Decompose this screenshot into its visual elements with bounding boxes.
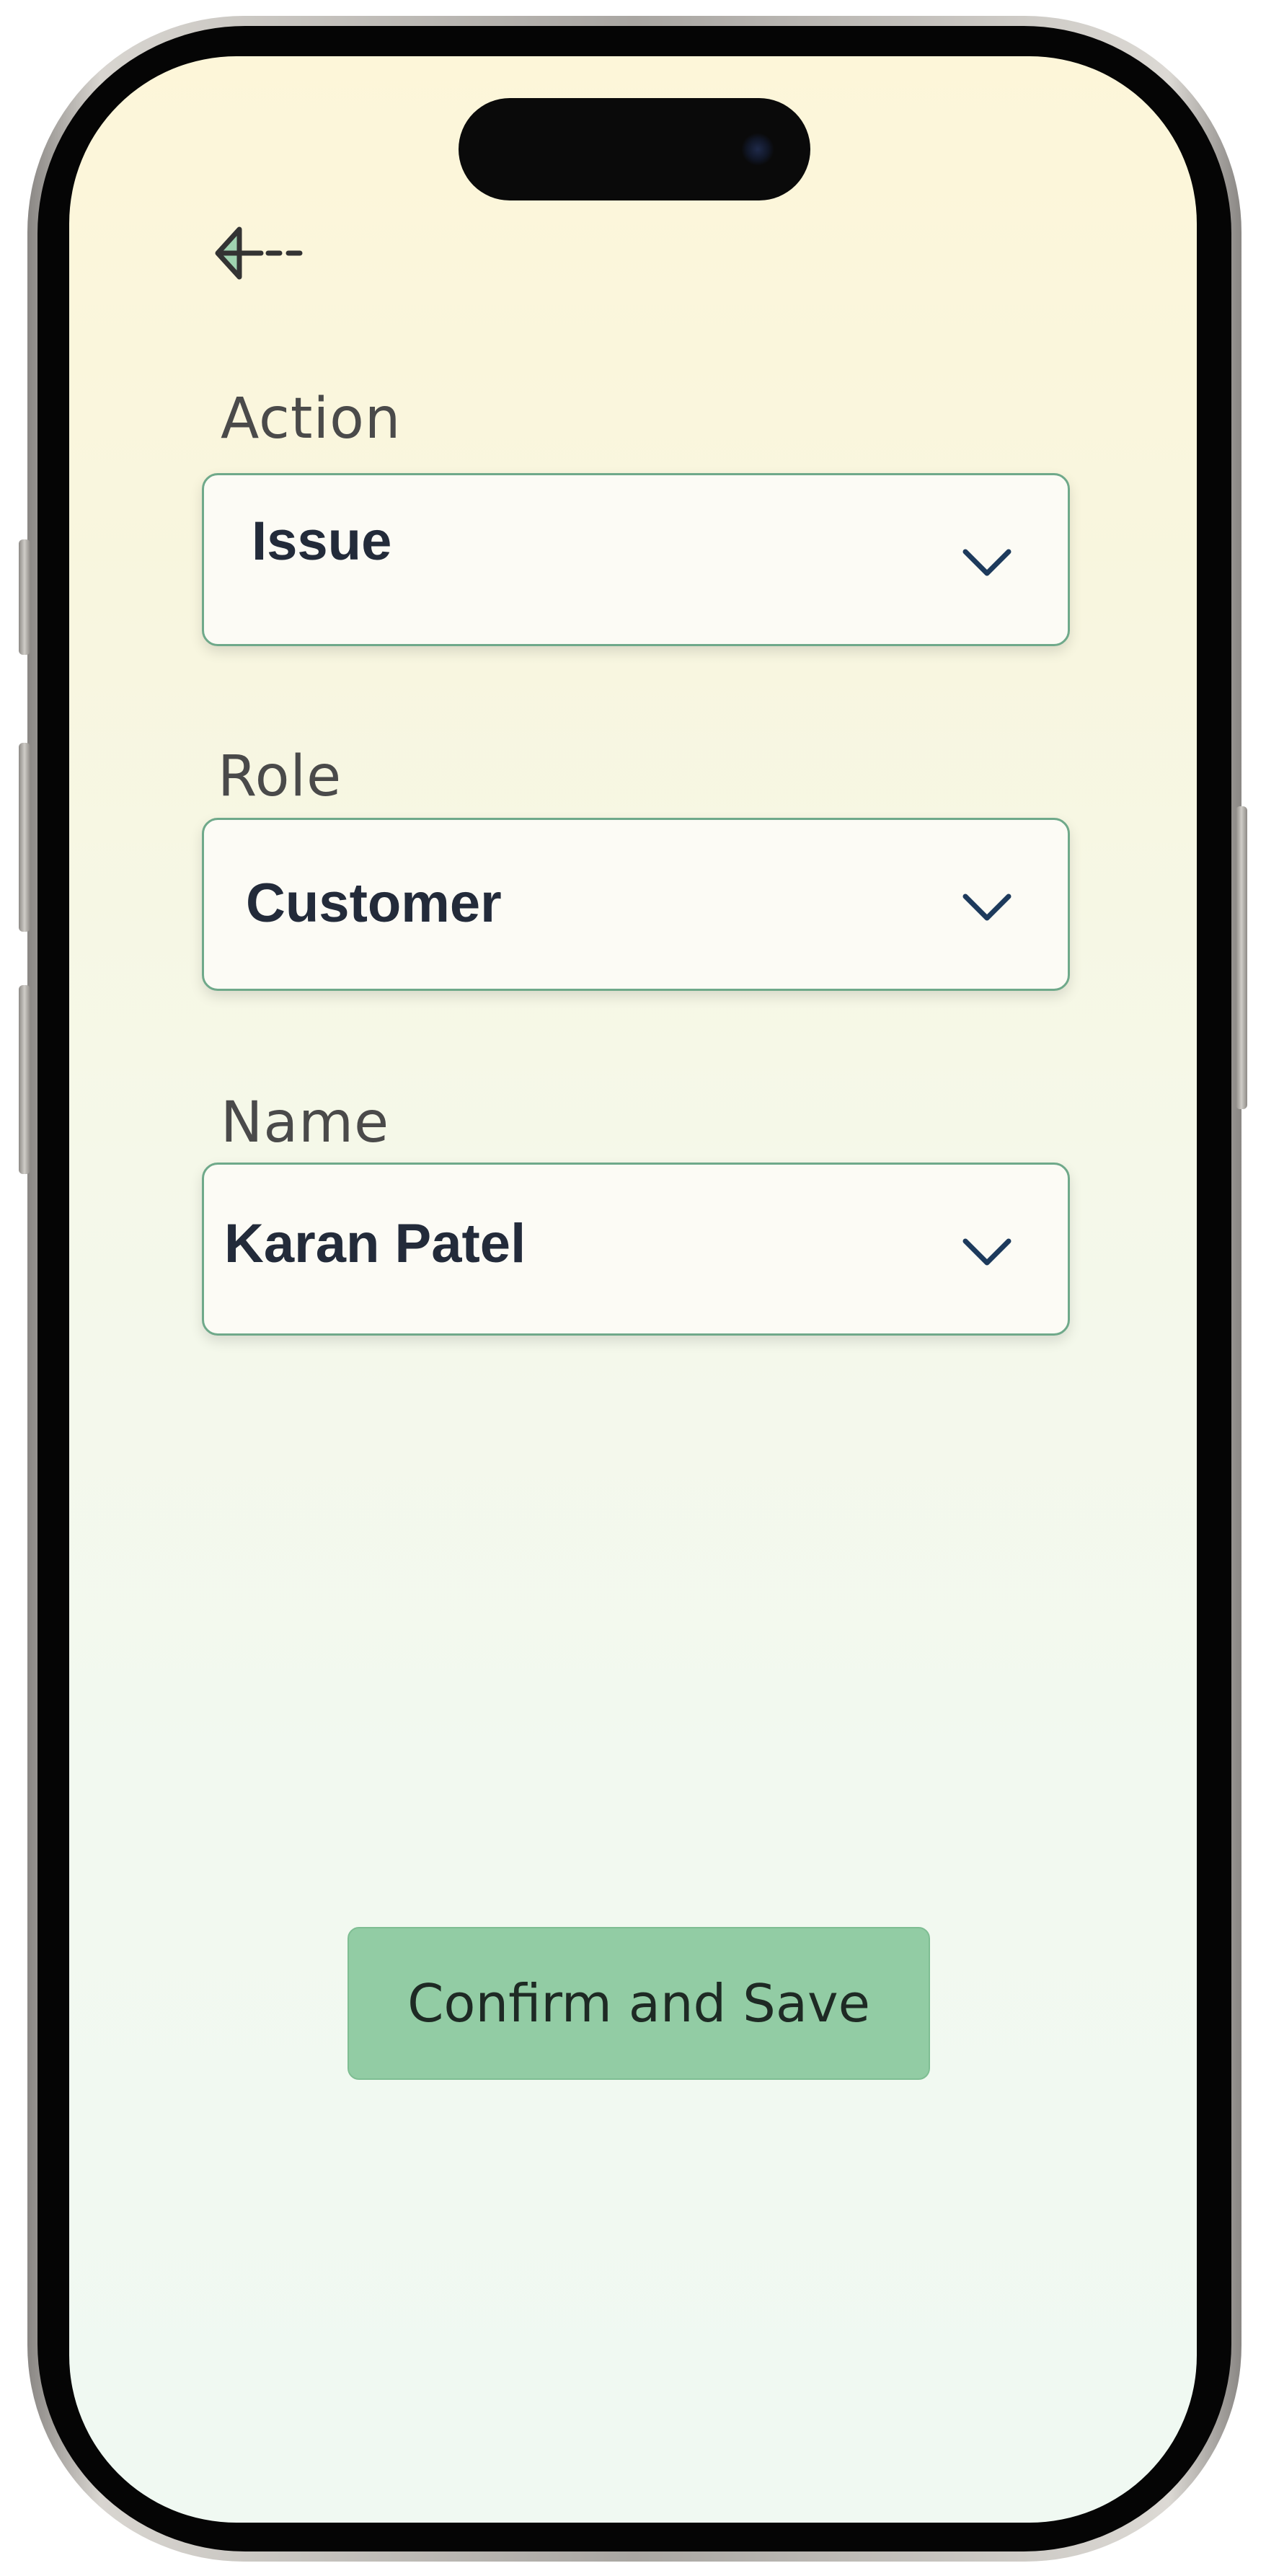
- chevron-down-icon: [962, 894, 1012, 921]
- silent-switch: [19, 539, 30, 655]
- role-label: Role: [218, 744, 342, 809]
- role-select-value: Customer: [246, 873, 502, 934]
- front-camera: [741, 133, 774, 166]
- arrow-left-icon: [215, 226, 303, 280]
- action-select[interactable]: Issue: [202, 473, 1070, 646]
- volume-up-button: [19, 743, 30, 932]
- chevron-down-icon: [962, 1238, 1012, 1266]
- action-label: Action: [221, 387, 402, 451]
- name-select-value: Karan Patel: [224, 1213, 526, 1274]
- power-button: [1236, 806, 1247, 1109]
- role-select[interactable]: Customer: [202, 818, 1070, 991]
- back-button[interactable]: [208, 213, 309, 293]
- name-select[interactable]: Karan Patel: [202, 1163, 1070, 1336]
- dynamic-island: [459, 98, 810, 200]
- confirm-save-button[interactable]: Confirm and Save: [348, 1927, 930, 2080]
- app-screen: Action Issue Role Customer Name Karan Pa…: [69, 56, 1197, 2523]
- name-label: Name: [221, 1090, 390, 1155]
- volume-down-button: [19, 985, 30, 1174]
- action-select-value: Issue: [252, 511, 392, 572]
- chevron-down-icon: [962, 549, 1012, 576]
